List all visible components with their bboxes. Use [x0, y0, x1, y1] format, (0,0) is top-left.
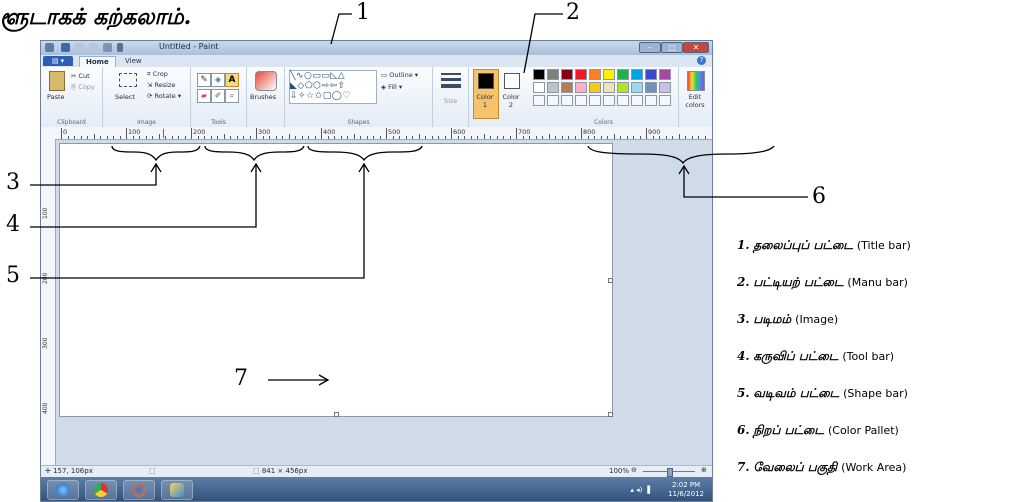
callout-5-line	[30, 164, 365, 279]
legend-english: (Manu bar)	[847, 276, 908, 289]
brace-shapes	[307, 145, 423, 162]
callout-1-line	[330, 13, 352, 45]
callout-4-line	[30, 164, 257, 228]
callout-3-number: 3	[6, 170, 20, 195]
callout-7-number: 7	[234, 366, 248, 391]
legend-item-5: 5. வடிவம் பட்டை (Shape bar)	[737, 386, 908, 402]
callout-4-number: 4	[6, 212, 20, 237]
legend-item-6: 6. நிறப் பட்டை (Color Pallet)	[737, 423, 899, 439]
legend-num: 2.	[737, 275, 750, 289]
callout-2-number: 2	[566, 0, 580, 25]
legend-english: (Tool bar)	[842, 350, 895, 363]
legend-english: (Title bar)	[856, 239, 911, 252]
legend-english: (Work Area)	[841, 461, 907, 474]
legend-tamil: பட்டியற் பட்டை	[753, 275, 844, 289]
callout-3-line	[30, 164, 157, 186]
legend-item-7: 7. வேலைப் பகுதி (Work Area)	[737, 460, 906, 476]
legend-num: 4.	[737, 349, 750, 363]
callout-5-number: 5	[6, 263, 20, 288]
legend-item-4: 4. கருவிப் பட்டை (Tool bar)	[737, 349, 894, 365]
legend-item-3: 3. படிமம் (Image)	[737, 312, 838, 328]
brace-colors	[587, 145, 775, 165]
legend-tamil: வேலைப் பகுதி	[753, 460, 838, 474]
legend-tamil: வடிவம் பட்டை	[753, 386, 840, 400]
legend-english: (Color Pallet)	[827, 424, 899, 437]
legend-tamil: கருவிப் பட்டை	[753, 349, 839, 363]
callout-6-number: 6	[812, 184, 826, 209]
legend-num: 3.	[737, 312, 750, 326]
brace-tools	[204, 145, 305, 162]
legend-item-1: 1. தலைப்புப் பட்டை (Title bar)	[737, 238, 911, 254]
legend-english: (Shape bar)	[843, 387, 908, 400]
legend-item-2: 2. பட்டியற் பட்டை (Manu bar)	[737, 275, 908, 291]
legend-tamil: தலைப்புப் பட்டை	[753, 238, 853, 252]
callout-6-line	[683, 166, 808, 198]
legend-num: 7.	[737, 460, 750, 474]
legend-num: 6.	[737, 423, 750, 437]
callout-1-number: 1	[356, 0, 370, 25]
legend-english: (Image)	[795, 313, 839, 326]
legend-tamil: படிமம்	[753, 312, 792, 326]
legend-tamil: நிறப் பட்டை	[753, 423, 824, 437]
legend-num: 5.	[737, 386, 750, 400]
legend-num: 1.	[737, 238, 750, 252]
brace-image	[111, 145, 201, 162]
callout-2-line	[523, 13, 563, 74]
